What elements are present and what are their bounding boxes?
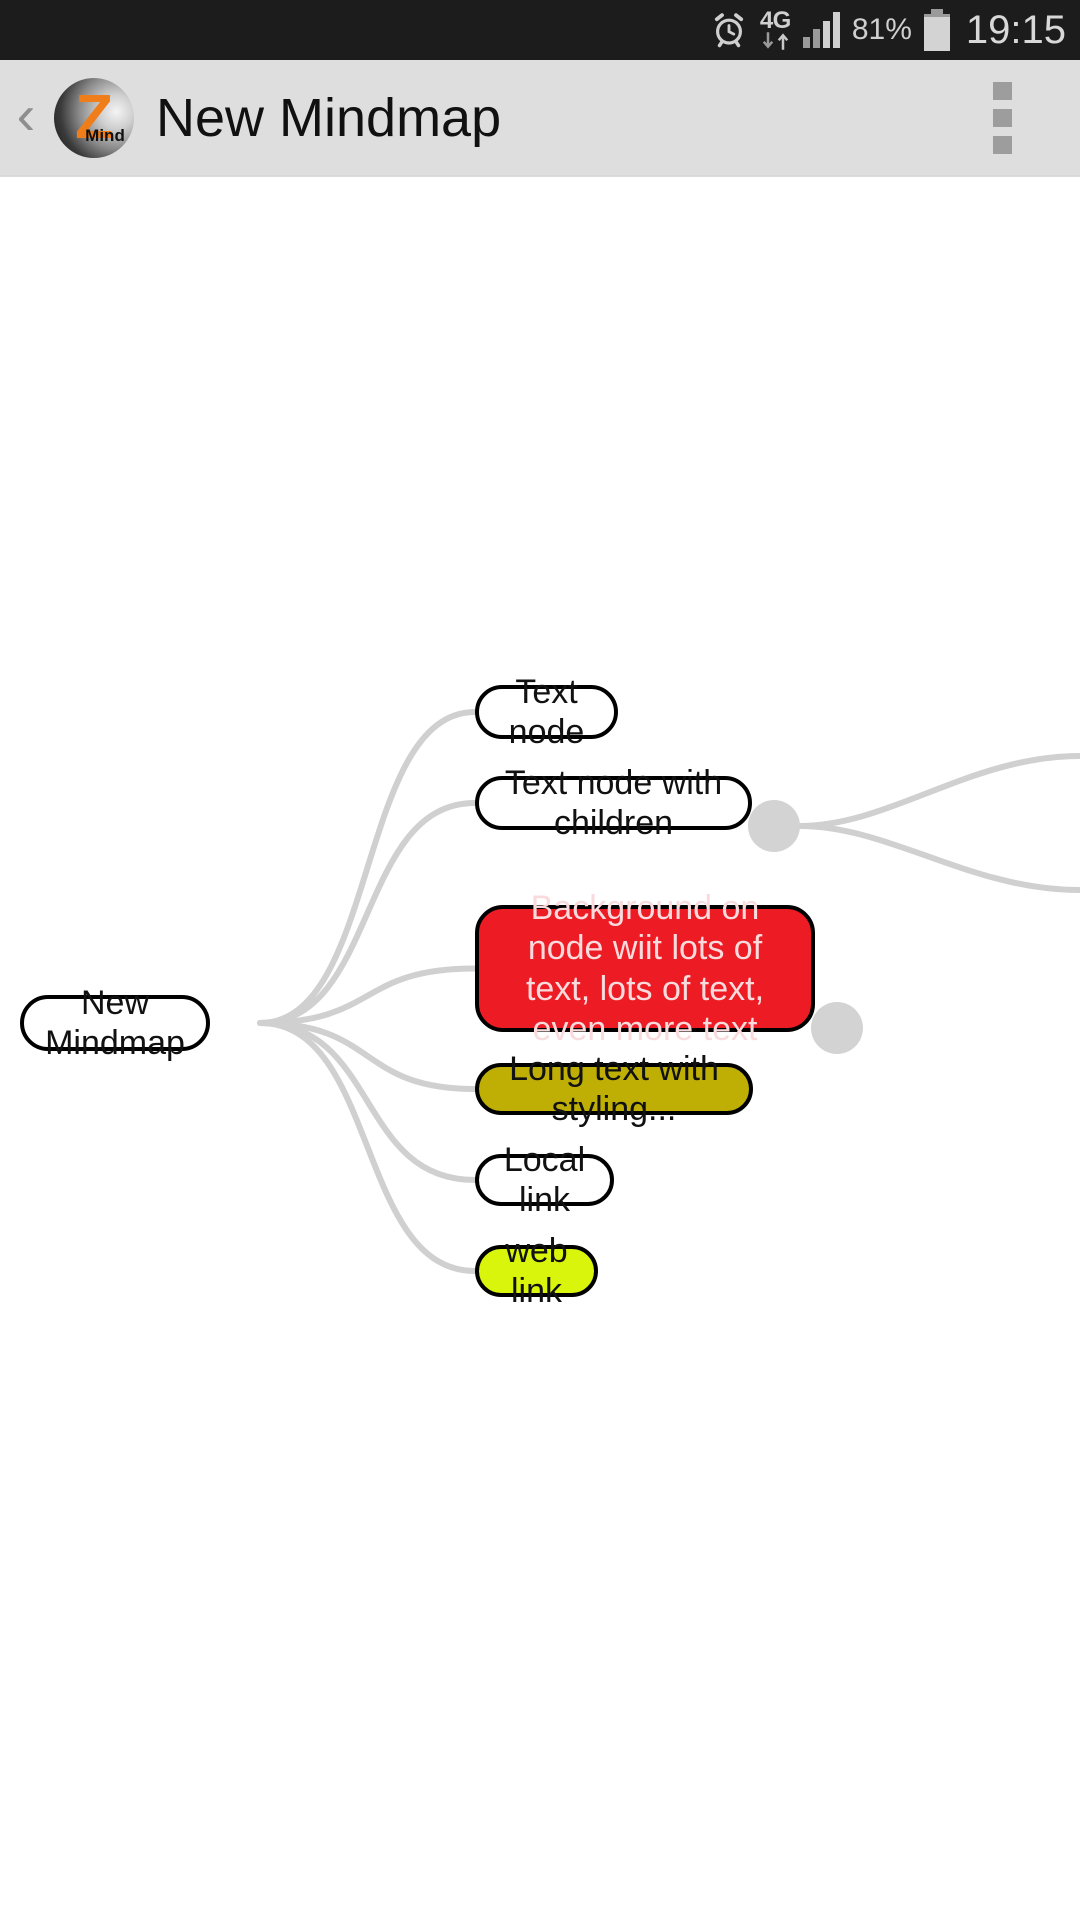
mindmap-node-4[interactable]: Long text with styling... — [475, 1050, 753, 1128]
battery-icon — [923, 9, 950, 51]
mindmap-node-1[interactable]: Text node — [475, 673, 618, 751]
mindmap-node-2[interactable]: Text node with children — [475, 764, 752, 842]
battery-percent-label: 81% — [851, 13, 912, 46]
app-logo[interactable]: Z Mind — [54, 77, 134, 158]
mindmap-canvas[interactable]: New Mindmap Text node Text node with child… — [0, 177, 1080, 1920]
data-transfer-icon — [761, 31, 790, 51]
mindmap-edge — [257, 1020, 478, 1183]
page-title: New Mindmap — [156, 87, 502, 148]
status-clock: 19:15 — [965, 7, 1066, 52]
network-type-indicator: 4G — [760, 9, 791, 51]
mindmap-edge-offscreen — [797, 823, 1080, 893]
app-bar: ‹ Z Mind New Mindmap — [0, 60, 1080, 187]
node-label: Long text with styling... — [509, 1049, 719, 1128]
node-label: Text node with children — [504, 763, 723, 842]
mindmap-root-node[interactable]: New Mindmap — [20, 984, 210, 1062]
alarm-clock-icon — [710, 10, 748, 50]
mindmap-node-6[interactable]: web link — [475, 1232, 598, 1310]
mindmap-edge — [257, 800, 478, 1026]
node-expand-handle[interactable] — [811, 1002, 863, 1054]
mindmap-node-3[interactable]: Background on node wiit lots of text, lo… — [475, 889, 815, 1048]
status-bar: 4G 81% 19:15 — [0, 0, 1080, 60]
node-label: web link — [505, 1231, 568, 1310]
app-logo-word: Mind — [85, 125, 125, 145]
node-label: Background on node wiit lots of text, lo… — [525, 889, 765, 1048]
mindmap-screen: 4G 81% 19:15 ‹ Z Mind New Mindmap New Mi… — [0, 0, 1080, 1920]
node-label: Local link — [503, 1140, 586, 1219]
mindmap-edge-offscreen — [797, 753, 1080, 829]
node-label: Text node — [508, 672, 585, 751]
back-icon[interactable]: ‹ — [0, 60, 52, 175]
network-type-label: 4G — [759, 7, 792, 34]
signal-bars-icon — [802, 12, 840, 48]
node-expand-handle[interactable] — [748, 800, 800, 852]
mindmap-edge — [257, 1020, 478, 1274]
mindmap-edge — [257, 709, 478, 1026]
node-label: New Mindmap — [45, 983, 185, 1062]
overflow-menu-icon[interactable] — [979, 60, 1026, 175]
mindmap-node-5[interactable]: Local link — [475, 1141, 614, 1219]
